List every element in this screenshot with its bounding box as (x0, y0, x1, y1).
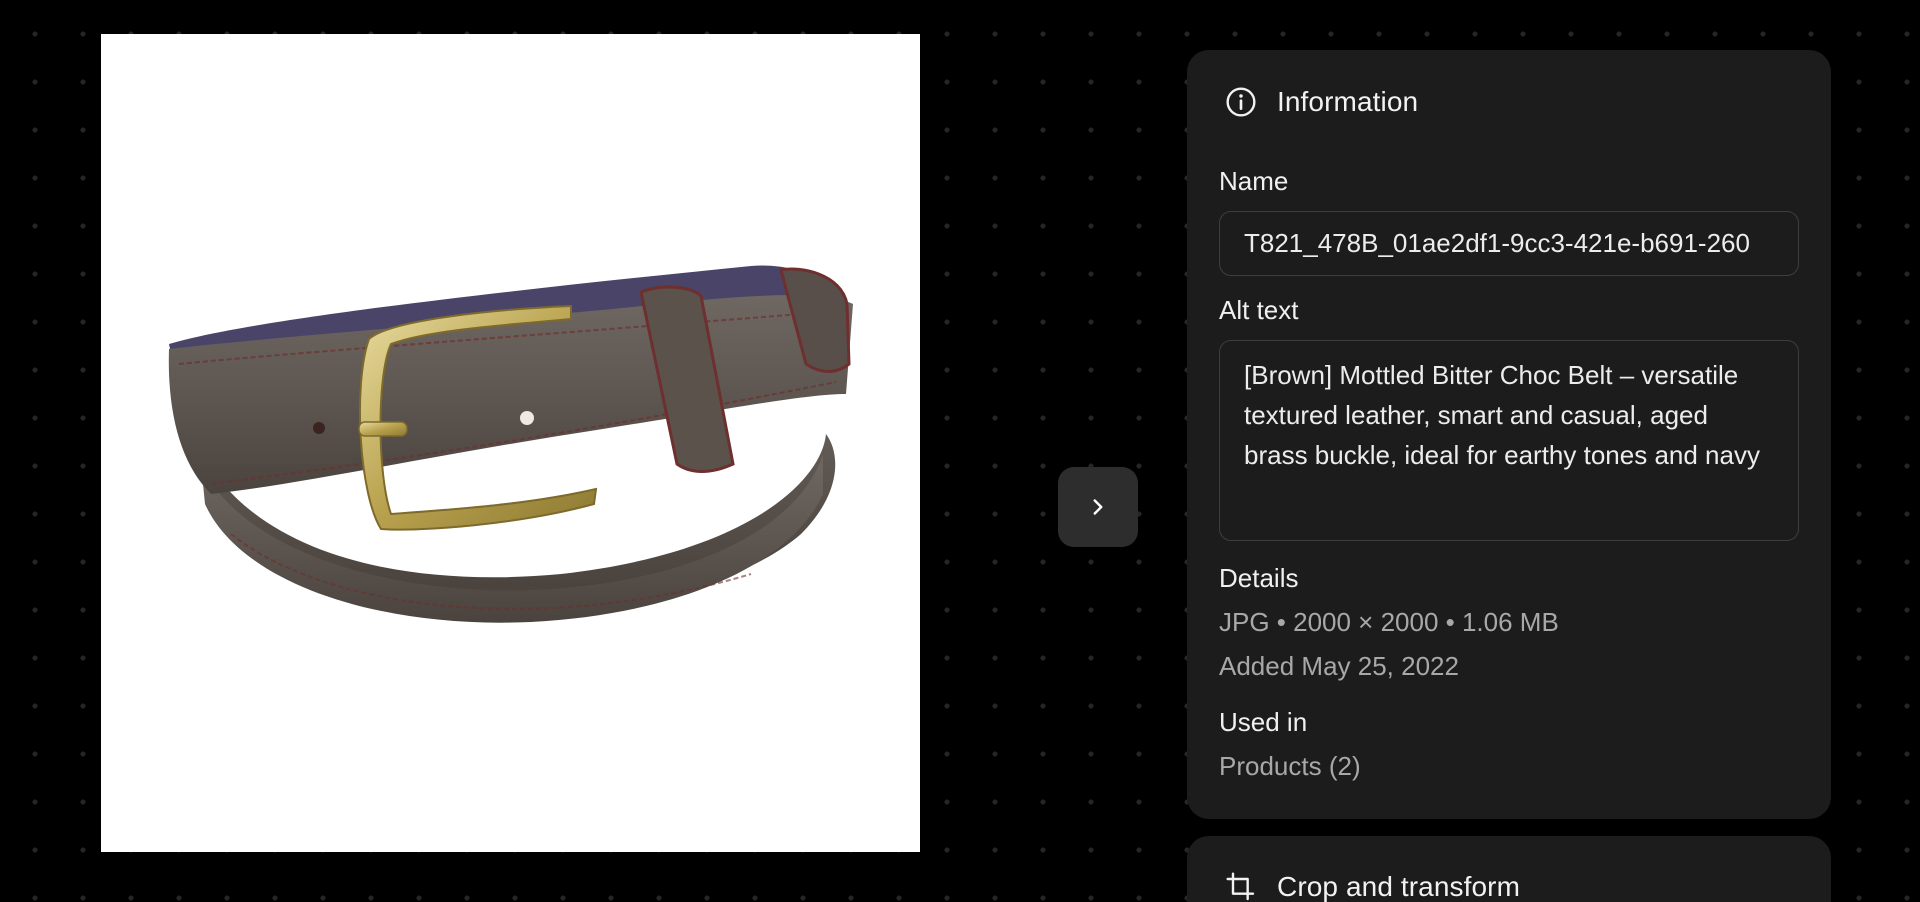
info-icon (1226, 87, 1256, 117)
added-date: Added May 25, 2022 (1219, 651, 1459, 681)
image-preview (101, 34, 920, 852)
used-in-label: Used in (1219, 707, 1308, 737)
next-image-button[interactable] (1058, 467, 1138, 547)
belt-image (168, 265, 853, 623)
chevron-right-icon (1093, 499, 1103, 515)
crop-transform-title: Crop and transform (1277, 871, 1521, 902)
alt-text-field[interactable]: [Brown] Mottled Bitter Choc Belt – versa… (1219, 340, 1799, 541)
information-title: Information (1277, 86, 1419, 117)
crop-icon (1226, 872, 1255, 901)
information-header: Information (1225, 86, 1418, 118)
information-panel: Information Name Alt text [Brown] Mottle… (1187, 50, 1831, 819)
details-label: Details (1219, 563, 1299, 593)
name-label: Name (1219, 166, 1289, 196)
crop-transform-panel[interactable]: Crop and transform (1187, 836, 1831, 902)
file-details: JPG • 2000 × 2000 • 1.06 MB (1219, 607, 1559, 637)
crop-transform-header[interactable]: Crop and transform (1225, 871, 1520, 902)
alt-text-label: Alt text (1219, 295, 1299, 325)
name-field[interactable] (1219, 211, 1799, 276)
used-in-products-link[interactable]: Products (2) (1219, 751, 1361, 782)
